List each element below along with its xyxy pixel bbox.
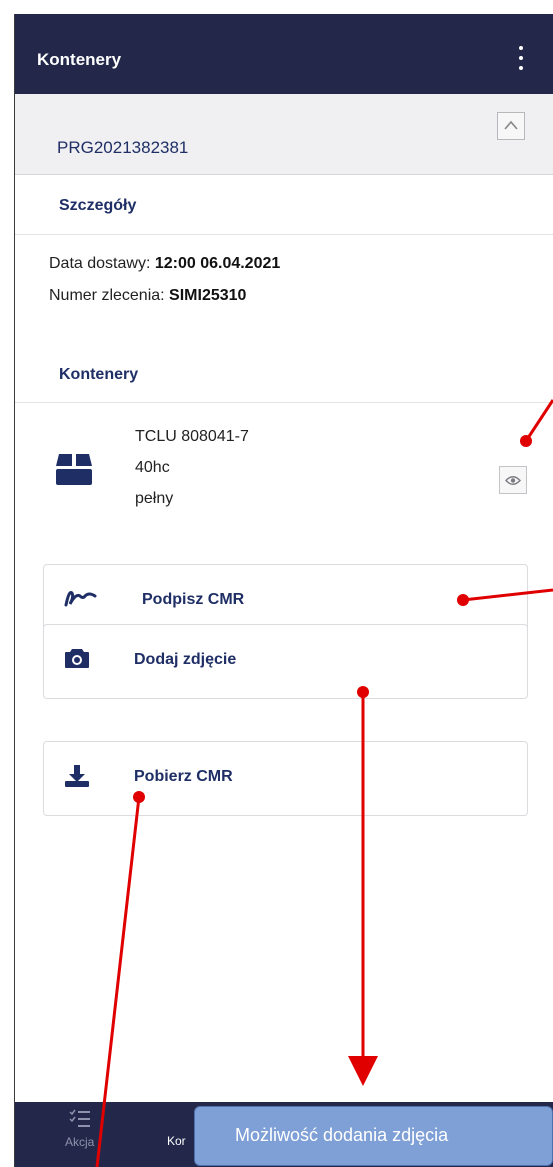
container-status: pełny bbox=[135, 490, 174, 507]
photo-callout: Możliwość dodania zdjęcia bbox=[194, 1106, 553, 1166]
delivery-date: Data dostawy: 12:00 06.04.2021 bbox=[49, 255, 280, 273]
chevron-up-icon bbox=[504, 120, 518, 130]
divider bbox=[15, 234, 553, 235]
order-id-value: SIMI25310 bbox=[169, 287, 247, 304]
tab-actions[interactable]: Akcja bbox=[65, 1108, 94, 1149]
delivery-date-label: Data dostawy: bbox=[49, 255, 155, 272]
signature-icon bbox=[64, 591, 97, 607]
container-type: 40hc bbox=[135, 459, 170, 476]
container-box-icon bbox=[56, 454, 92, 485]
camera-icon bbox=[65, 649, 89, 668]
kebab-menu-icon[interactable] bbox=[513, 46, 529, 70]
order-id: Numer zlecenia: SIMI25310 bbox=[49, 287, 246, 305]
tab-containers[interactable]: Kor bbox=[167, 1134, 186, 1148]
tab-containers-label: Kor bbox=[167, 1134, 186, 1148]
download-icon bbox=[65, 765, 89, 787]
tab-actions-label: Akcja bbox=[65, 1135, 95, 1149]
divider bbox=[15, 402, 553, 403]
download-cmr-label: Pobierz CMR bbox=[134, 768, 233, 785]
checklist-icon bbox=[69, 1109, 90, 1127]
containers-heading: Kontenery bbox=[59, 366, 139, 383]
add-photo-label: Dodaj zdjęcie bbox=[134, 651, 237, 668]
page-title: Kontenery bbox=[37, 50, 122, 69]
app-frame: Kontenery PRG2021382381 Szczegóły Data d… bbox=[14, 14, 553, 1167]
callout-text: Możliwość dodania zdjęcia bbox=[235, 1125, 449, 1145]
sign-cmr-label: Podpisz CMR bbox=[142, 591, 245, 608]
eye-icon bbox=[505, 476, 521, 485]
delivery-date-value: 12:00 06.04.2021 bbox=[154, 255, 281, 272]
order-header[interactable]: PRG2021382381 bbox=[15, 94, 553, 175]
download-cmr-button[interactable]: Pobierz CMR bbox=[43, 741, 528, 816]
order-number: PRG2021382381 bbox=[57, 138, 189, 157]
container-number: TCLU 808041-7 bbox=[135, 428, 249, 445]
details-heading: Szczegóły bbox=[59, 197, 137, 214]
view-container-button[interactable] bbox=[499, 466, 527, 494]
top-bar: Kontenery bbox=[15, 14, 553, 94]
container-item: TCLU 808041-7 40hc pełny bbox=[15, 404, 553, 524]
add-photo-button[interactable]: Dodaj zdjęcie bbox=[43, 624, 528, 699]
order-id-label: Numer zlecenia: bbox=[49, 287, 170, 304]
collapse-button[interactable] bbox=[497, 112, 525, 140]
